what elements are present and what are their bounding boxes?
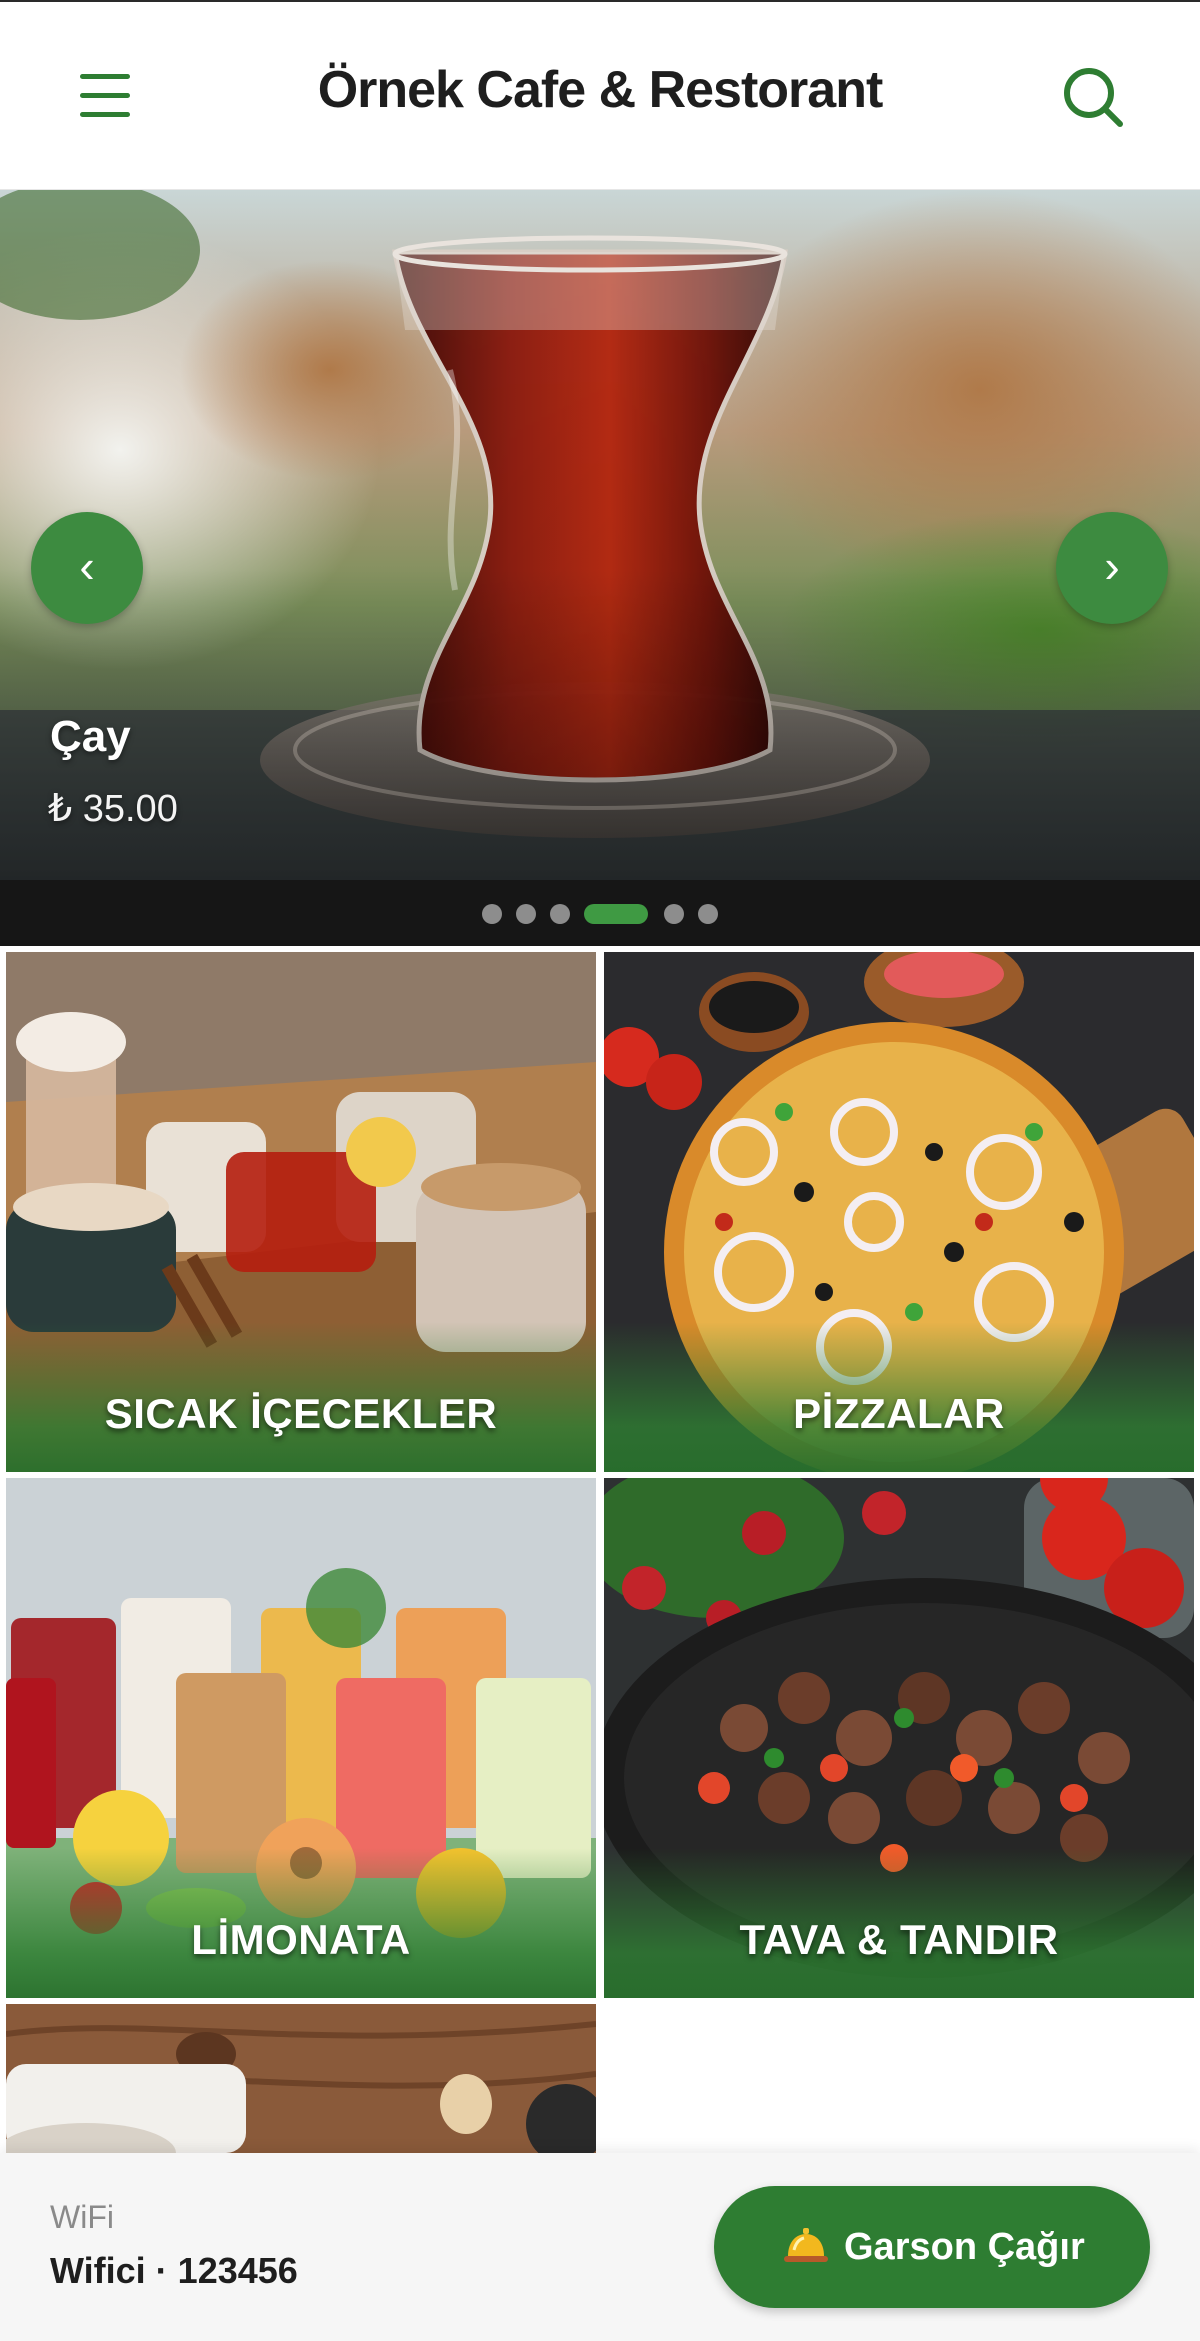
category-tile-sicak-icecekler[interactable]: SICAK İÇECEKLER: [6, 952, 596, 1472]
category-label: TAVA & TANDIR: [739, 1916, 1059, 1963]
slider-dot[interactable]: [698, 904, 718, 924]
hamburger-menu-button[interactable]: [72, 64, 140, 126]
category-tile-pizzalar[interactable]: PİZZALAR: [604, 952, 1194, 1472]
tea-glass-image: [0, 190, 1200, 880]
slider-pagination: [0, 880, 1200, 946]
slider-dot[interactable]: [516, 904, 536, 924]
category-tile-partial[interactable]: [6, 2004, 596, 2153]
category-label: LİMONATA: [191, 1916, 411, 1963]
slider-dot[interactable]: [664, 904, 684, 924]
bottom-bar: WiFi Wifici · 123456 Garson Çağır: [0, 2153, 1200, 2341]
menu-icon-line: [80, 93, 130, 98]
featured-slider[interactable]: ‹ › Çay ₺ 35.00: [0, 190, 1200, 880]
search-icon: [1064, 68, 1123, 127]
search-button[interactable]: [1058, 62, 1128, 132]
slider-dot[interactable]: [550, 904, 570, 924]
featured-item-name: Çay: [50, 712, 131, 761]
wifi-label: WiFi: [50, 2199, 114, 2235]
menu-icon-line: [80, 112, 130, 117]
dessert-image: [6, 2004, 596, 2153]
call-waiter-button[interactable]: Garson Çağır: [714, 2186, 1150, 2308]
page-title: Örnek Cafe & Restorant: [317, 61, 884, 119]
category-tile-limonata[interactable]: LİMONATA: [6, 1478, 596, 1998]
wifi-credentials: Wifici · 123456: [50, 2250, 298, 2291]
slider-dot[interactable]: [482, 904, 502, 924]
slider-dot-active[interactable]: [584, 904, 648, 924]
app-header: Örnek Cafe & Restorant: [0, 0, 1200, 190]
category-label: PİZZALAR: [793, 1390, 1005, 1437]
service-bell-icon: [784, 2228, 828, 2262]
menu-icon-line: [80, 74, 130, 79]
featured-item-price: ₺ 35.00: [48, 788, 178, 830]
category-tile-tava-tandir[interactable]: TAVA & TANDIR: [604, 1478, 1194, 1998]
slider-prev-button[interactable]: ‹: [31, 512, 143, 624]
category-label: SICAK İÇECEKLER: [104, 1390, 498, 1437]
call-waiter-label: Garson Çağır: [844, 2226, 1085, 2268]
slider-next-button[interactable]: ›: [1056, 512, 1168, 624]
